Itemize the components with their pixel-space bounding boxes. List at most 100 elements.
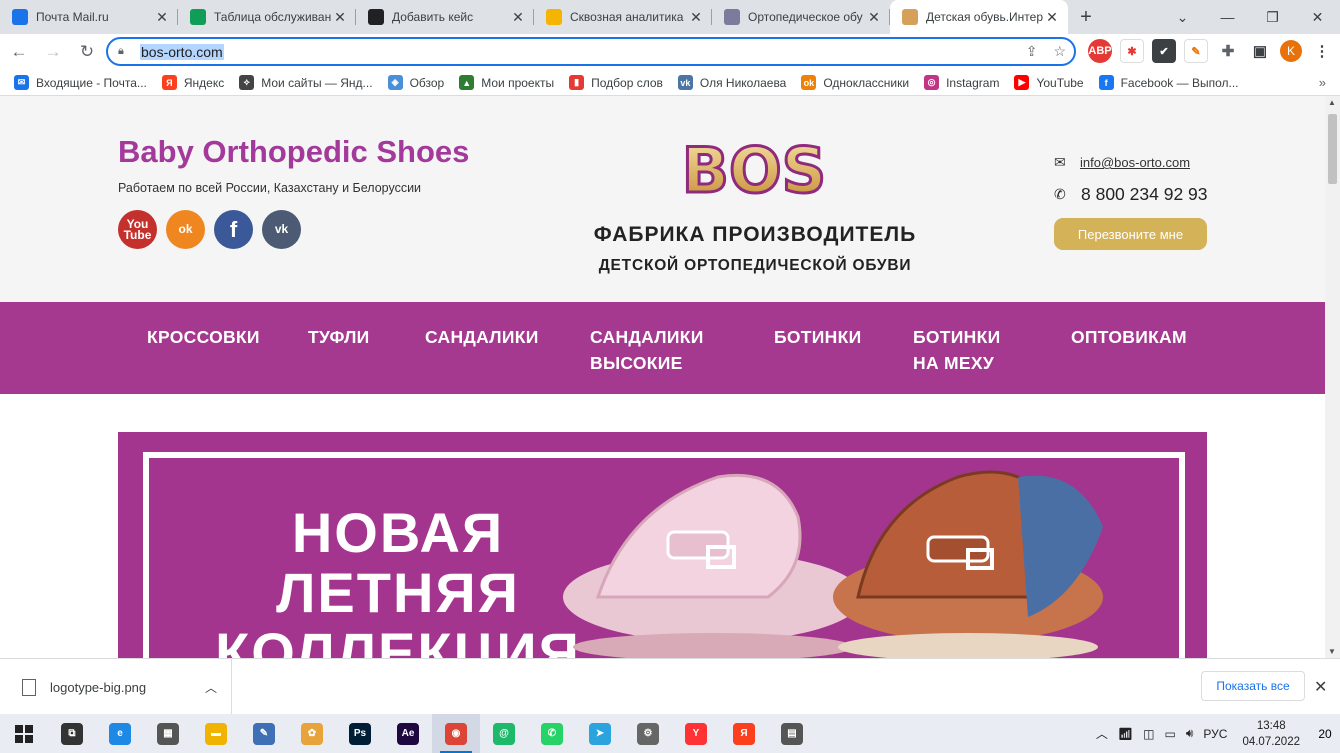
bookmark-item[interactable]: Я Яндекс bbox=[161, 75, 224, 90]
taskbar-after-effects[interactable]: Ae bbox=[384, 714, 432, 753]
taskbar-notes[interactable]: ✎ bbox=[240, 714, 288, 753]
browser-tab[interactable]: Таблица обслуживания ✕ bbox=[178, 0, 356, 34]
language-indicator[interactable]: РУС bbox=[1203, 727, 1227, 741]
taskbar-printer-app[interactable]: ▤ bbox=[768, 714, 816, 753]
side-panel-icon[interactable]: ▣ bbox=[1248, 39, 1272, 63]
close-tab-icon[interactable]: ✕ bbox=[688, 9, 704, 26]
scroll-thumb[interactable] bbox=[1328, 114, 1337, 184]
browser-tab[interactable]: Ортопедическое обу ✕ bbox=[712, 0, 890, 34]
back-button[interactable]: ← bbox=[4, 37, 34, 67]
close-tab-icon[interactable]: ✕ bbox=[1044, 9, 1060, 26]
bookmark-item[interactable]: ✉ Входящие - Почта... bbox=[14, 75, 147, 90]
close-tab-icon[interactable]: ✕ bbox=[332, 9, 348, 26]
browser-tab[interactable]: Добавить кейс ✕ bbox=[356, 0, 534, 34]
tool-extension-icon[interactable]: ✎ bbox=[1184, 39, 1208, 63]
bookmark-item[interactable]: ◈ Обзор bbox=[387, 75, 444, 90]
taskbar-task-view[interactable]: ⧉ bbox=[48, 714, 96, 753]
youtube-icon[interactable]: You Tube bbox=[118, 210, 157, 249]
taskbar-chrome[interactable]: ◉ bbox=[432, 714, 480, 753]
menu-dots-icon[interactable]: ⋮ bbox=[1310, 39, 1334, 63]
chevron-up-icon[interactable]: ︿ bbox=[1096, 725, 1108, 742]
adblock-extension-icon[interactable]: ABP bbox=[1088, 39, 1112, 63]
notifications-icon[interactable]: 20 bbox=[1310, 714, 1340, 753]
bookmark-item[interactable]: f Facebook — Выпол... bbox=[1098, 75, 1239, 90]
email-link[interactable]: info@bos-orto.com bbox=[1080, 155, 1190, 170]
download-item[interactable]: logotype-big.png ︿ bbox=[14, 659, 232, 715]
taskbar-yandex-browser[interactable]: Y bbox=[672, 714, 720, 753]
callback-button[interactable]: Перезвоните мне bbox=[1054, 218, 1207, 250]
menu-item[interactable]: САНДАЛИКИ ВЫСОКИЕ bbox=[590, 324, 704, 376]
more-bookmarks-icon[interactable]: » bbox=[1319, 75, 1326, 90]
vk-icon[interactable]: vk bbox=[262, 210, 301, 249]
bookmark-star-icon[interactable]: ☆ bbox=[1053, 43, 1066, 60]
close-tab-icon[interactable]: ✕ bbox=[154, 9, 170, 26]
taskbar-calculator[interactable]: ▦ bbox=[144, 714, 192, 753]
bookmark-item[interactable]: ◎ Instagram bbox=[924, 75, 999, 90]
chevron-up-icon[interactable]: ︿ bbox=[205, 679, 217, 696]
contact-email: ✉ info@bos-orto.com bbox=[1054, 154, 1190, 171]
taskbar-paint[interactable]: ✿ bbox=[288, 714, 336, 753]
menu-item[interactable]: САНДАЛИКИ bbox=[425, 324, 539, 350]
bookmark-label: Входящие - Почта... bbox=[36, 75, 147, 90]
battery-icon[interactable]: ▭ bbox=[1165, 727, 1176, 741]
clock[interactable]: 13:48 04.07.2022 bbox=[1242, 718, 1300, 750]
bookmark-item[interactable]: ▶ YouTube bbox=[1014, 75, 1084, 90]
show-all-downloads-button[interactable]: Показать все bbox=[1201, 671, 1305, 701]
volume-icon[interactable]: 🔊︎ bbox=[1186, 726, 1194, 741]
phone-number[interactable]: 8 800 234 92 93 bbox=[1081, 184, 1208, 205]
browser-tab[interactable]: Сквозная аналитика ✕ bbox=[534, 0, 712, 34]
url-text[interactable]: bos-orto.com bbox=[140, 43, 224, 60]
taskbar-telegram[interactable]: ➤ bbox=[576, 714, 624, 753]
close-tab-icon[interactable]: ✕ bbox=[510, 9, 526, 26]
checkmark-extension-icon[interactable]: ✔ bbox=[1152, 39, 1176, 63]
browser-tab[interactable]: Детская обувь.Интер ✕ bbox=[890, 0, 1068, 34]
menu-item[interactable]: БОТИНКИ bbox=[774, 324, 861, 350]
menu-item[interactable]: КРОССОВКИ bbox=[147, 324, 260, 350]
scroll-up-icon[interactable]: ▲ bbox=[1328, 98, 1336, 107]
restore-button[interactable]: ❐ bbox=[1250, 0, 1295, 34]
browser-tab[interactable]: Почта Mail.ru ✕ bbox=[0, 0, 178, 34]
bookmark-favicon-icon: ▲ bbox=[459, 75, 475, 90]
promo-banner[interactable]: НОВАЯ ЛЕТНЯЯ КОЛЛЕКЦИЯ bbox=[118, 432, 1207, 658]
menu-item[interactable]: ОПТОВИКАМ bbox=[1071, 324, 1187, 350]
wifi-icon[interactable]: 📶︎ bbox=[1118, 727, 1133, 741]
arrow-right-icon: → bbox=[44, 42, 62, 61]
new-tab-button[interactable]: + bbox=[1068, 0, 1104, 34]
taskbar-whatsapp[interactable]: ✆ bbox=[528, 714, 576, 753]
profile-avatar[interactable]: K bbox=[1280, 40, 1302, 62]
facebook-icon[interactable]: f bbox=[214, 210, 253, 249]
bookmark-item[interactable]: ok Одноклассники bbox=[801, 75, 909, 90]
taskbar-settings[interactable]: ⚙ bbox=[624, 714, 672, 753]
bookmark-item[interactable]: ▲ Мои проекты bbox=[459, 75, 554, 90]
notification-count: 20 bbox=[1318, 726, 1332, 741]
puzzle-icon[interactable]: ✚ bbox=[1216, 39, 1240, 63]
translate-extension-icon[interactable]: ✱ bbox=[1120, 39, 1144, 63]
tab-search-icon[interactable]: ⌄ bbox=[1160, 0, 1205, 34]
bookmark-item[interactable]: vk Оля Николаева bbox=[677, 75, 786, 90]
odnoklassniki-icon[interactable]: ok bbox=[166, 210, 205, 249]
close-downloads-icon[interactable]: ✕ bbox=[1314, 677, 1327, 697]
taskbar-explorer[interactable]: ▬ bbox=[192, 714, 240, 753]
start-button[interactable] bbox=[0, 714, 48, 753]
camera-icon[interactable]: ◫ bbox=[1143, 727, 1154, 741]
taskbar-yandex[interactable]: Я bbox=[720, 714, 768, 753]
reload-button[interactable]: ↻ bbox=[72, 37, 102, 67]
minimize-button[interactable]: — bbox=[1205, 0, 1250, 34]
share-icon[interactable]: ⇪ bbox=[1026, 43, 1038, 60]
menu-item[interactable]: БОТИНКИ НА МЕХУ bbox=[913, 324, 1000, 376]
close-window-button[interactable]: ✕ bbox=[1295, 0, 1340, 34]
bos-logo[interactable]: BOS bbox=[677, 126, 832, 205]
close-tab-icon[interactable]: ✕ bbox=[866, 9, 882, 26]
taskbar-photoshop[interactable]: Ps bbox=[336, 714, 384, 753]
address-bar[interactable]: 🔒︎ bos-orto.com ⇪ ☆ bbox=[106, 37, 1076, 66]
menu-item[interactable]: ТУФЛИ bbox=[308, 324, 370, 350]
taskbar-edge[interactable]: e bbox=[96, 714, 144, 753]
taskbar-mail-at[interactable]: @ bbox=[480, 714, 528, 753]
site-brand-title[interactable]: Baby Orthopedic Shoes bbox=[118, 134, 469, 170]
page-scrollbar[interactable]: ▲ ▼ bbox=[1325, 96, 1340, 658]
bookmark-item[interactable]: ⟡ Мои сайты — Янд... bbox=[239, 75, 373, 90]
scroll-down-icon[interactable]: ▼ bbox=[1328, 647, 1336, 656]
forward-button[interactable]: → bbox=[38, 37, 68, 67]
bookmark-favicon-icon: f bbox=[1098, 75, 1114, 90]
bookmark-item[interactable]: ▮ Подбор слов bbox=[569, 75, 663, 90]
